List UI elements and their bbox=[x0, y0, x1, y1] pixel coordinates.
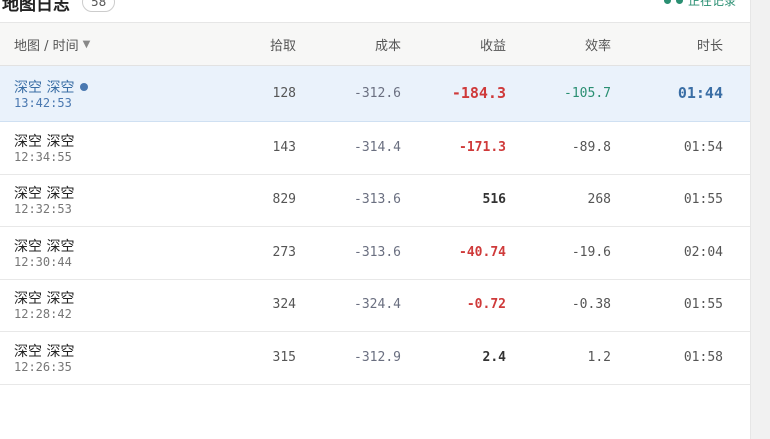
cell-pick: 315 bbox=[272, 350, 296, 365]
column-label-map-time: 地图 / 时间 bbox=[14, 39, 79, 54]
cell-pick: 273 bbox=[272, 245, 296, 260]
recording-dot-icon bbox=[663, 0, 671, 4]
row-map-name: 深空 深空 bbox=[14, 239, 75, 255]
table-row[interactable]: 深空 深空 12:30:44 273 -313.6 -40.74 -19.6 0… bbox=[0, 227, 750, 280]
table-row[interactable]: 深空 深空 13:42:53 128 -312.6 -184.3 -105.7 … bbox=[0, 66, 750, 122]
cell-pick: 324 bbox=[272, 297, 296, 312]
cell-cost: -324.4 bbox=[354, 297, 401, 312]
recording-label: 正在记录 bbox=[687, 0, 736, 8]
row-time: 13:42:53 bbox=[14, 96, 72, 110]
cell-profit: -40.74 bbox=[459, 245, 506, 260]
map-name-text: 深空 深空 bbox=[14, 80, 75, 96]
row-map-name: 深空 深空 bbox=[14, 134, 75, 150]
row-time: 12:26:35 bbox=[14, 360, 72, 374]
cell-pick: 128 bbox=[272, 86, 296, 101]
row-map-name: 深空 深空 bbox=[14, 291, 75, 307]
cell-duration: 01:44 bbox=[677, 84, 723, 102]
cell-duration: 01:58 bbox=[683, 350, 723, 365]
table-header: 地图 / 时间 ▼ 拾取 成本 收益 效率 时长 bbox=[0, 23, 750, 66]
cell-cost: -314.4 bbox=[354, 140, 401, 155]
sort-caret-down-icon: ▼ bbox=[82, 39, 91, 50]
column-header-pick[interactable]: 拾取 bbox=[270, 35, 296, 54]
row-map-name: 深空 深空 bbox=[14, 186, 75, 202]
cell-duration: 01:55 bbox=[683, 192, 723, 207]
cell-duration: 02:04 bbox=[683, 245, 723, 260]
cell-duration: 01:54 bbox=[683, 140, 723, 155]
row-map-name: 深空 深空 bbox=[14, 344, 75, 360]
recording-status: 正在记录 bbox=[663, 0, 736, 9]
cell-duration: 01:55 bbox=[683, 297, 723, 312]
column-header-cost[interactable]: 成本 bbox=[375, 35, 401, 54]
table-row[interactable]: 深空 深空 12:26:35 315 -312.9 2.4 1.2 01:58 bbox=[0, 332, 750, 385]
column-header-duration[interactable]: 时长 bbox=[697, 35, 723, 54]
row-map-name: 深空 深空 bbox=[14, 77, 89, 97]
table-row[interactable]: 深空 深空 12:32:53 829 -313.6 516 268 01:55 bbox=[0, 175, 750, 227]
cell-pick: 143 bbox=[272, 140, 296, 155]
vertical-scrollbar[interactable] bbox=[750, 0, 770, 439]
cell-cost: -313.6 bbox=[354, 192, 401, 207]
count-badge: 58 bbox=[82, 0, 116, 12]
table-row[interactable]: 深空 深空 12:28:42 324 -324.4 -0.72 -0.38 01… bbox=[0, 280, 750, 332]
cell-efficiency: -0.38 bbox=[571, 297, 611, 312]
column-header-profit[interactable]: 收益 bbox=[480, 35, 506, 54]
panel-header: 地图日志 58 正在记录 bbox=[0, 0, 750, 23]
row-time: 12:30:44 bbox=[14, 255, 72, 269]
cell-efficiency: -105.7 bbox=[564, 86, 611, 101]
cell-profit: -171.3 bbox=[459, 140, 506, 155]
cell-profit: 2.4 bbox=[482, 350, 506, 365]
recording-dot-icon bbox=[675, 0, 683, 4]
table-row[interactable]: 深空 深空 12:34:55 143 -314.4 -171.3 -89.8 0… bbox=[0, 122, 750, 175]
column-header-efficiency[interactable]: 效率 bbox=[585, 35, 611, 54]
cell-cost: -312.9 bbox=[354, 350, 401, 365]
cell-efficiency: -19.6 bbox=[571, 245, 611, 260]
panel-title: 地图日志 bbox=[2, 0, 70, 15]
cell-profit: 516 bbox=[482, 192, 506, 207]
row-time: 12:34:55 bbox=[14, 150, 72, 164]
map-log-panel: 地图日志 58 正在记录 地图 / 时间 ▼ 拾取 成本 收益 效率 时长 深空… bbox=[0, 0, 750, 439]
cell-efficiency: 1.2 bbox=[587, 350, 611, 365]
row-time: 12:28:42 bbox=[14, 307, 72, 321]
current-indicator-dot-icon bbox=[80, 83, 89, 91]
column-header-map-time[interactable]: 地图 / 时间 ▼ bbox=[14, 35, 90, 54]
cell-pick: 829 bbox=[272, 192, 296, 207]
cell-cost: -312.6 bbox=[354, 86, 401, 101]
cell-cost: -313.6 bbox=[354, 245, 401, 260]
row-time: 12:32:53 bbox=[14, 202, 72, 216]
cell-efficiency: -89.8 bbox=[571, 140, 611, 155]
cell-profit: -0.72 bbox=[466, 297, 506, 312]
cell-efficiency: 268 bbox=[587, 192, 611, 207]
cell-profit: -184.3 bbox=[451, 84, 506, 102]
